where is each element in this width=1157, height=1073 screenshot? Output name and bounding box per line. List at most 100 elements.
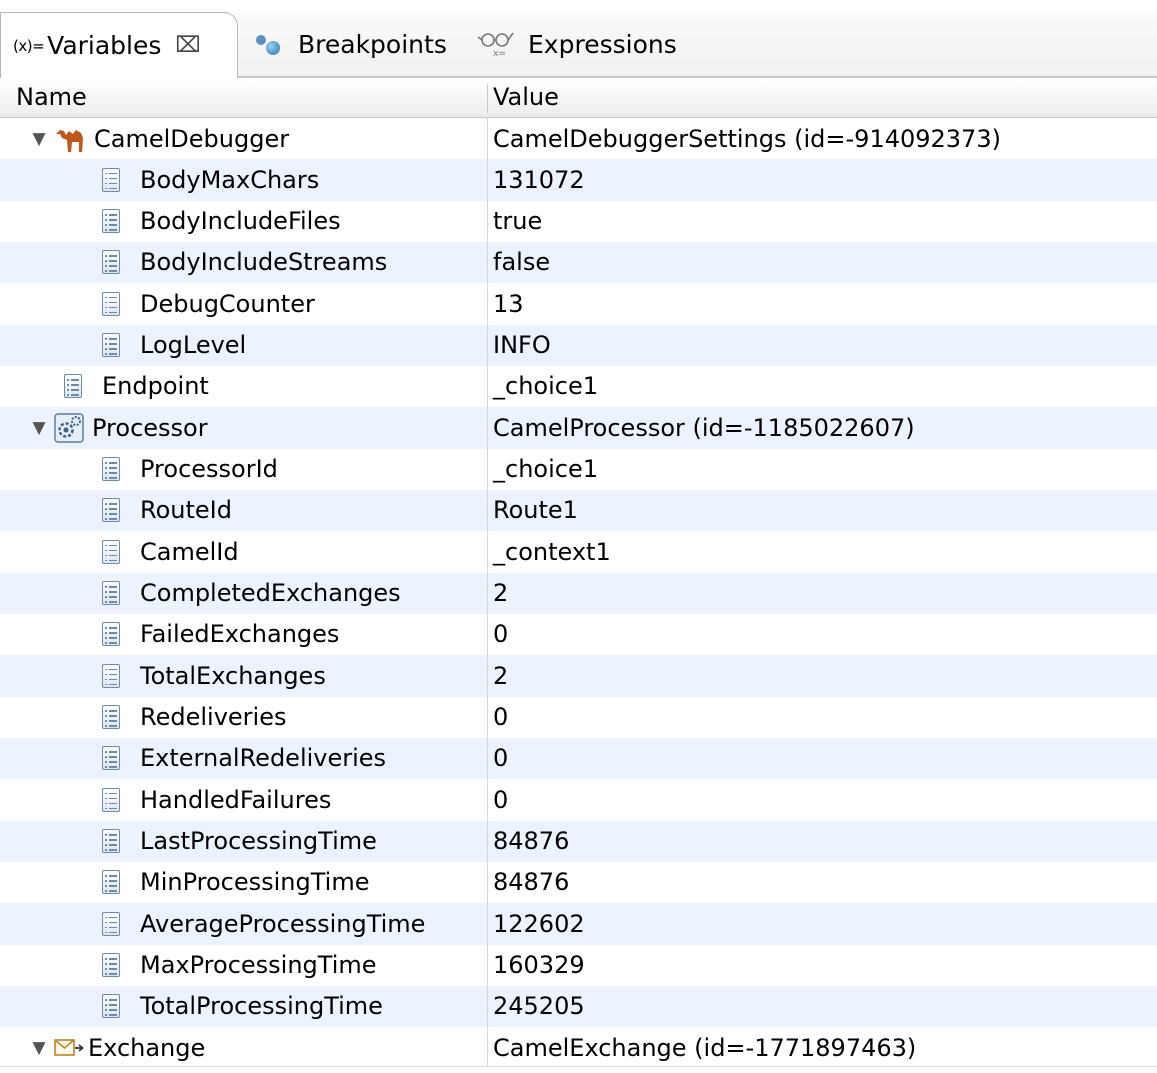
processor-icon <box>54 413 84 443</box>
variable-value: INFO <box>493 331 551 360</box>
variable-name: CamelId <box>140 537 239 566</box>
field-icon <box>102 498 120 523</box>
variable-name: FailedExchanges <box>140 620 340 649</box>
field-icon <box>102 581 120 606</box>
tree-row[interactable]: ▼ CamelDebugger CamelDebuggerSettings (i… <box>0 118 1157 159</box>
variable-name: BodyMaxChars <box>140 165 320 194</box>
tab-variables[interactable]: (x)= Variables ⌧ <box>0 12 238 78</box>
field-icon <box>102 787 120 812</box>
variables-icon: (x)= <box>13 36 45 55</box>
variable-value: 2 <box>493 661 509 690</box>
tree-row[interactable]: LogLevel INFO <box>0 324 1157 366</box>
tree-row[interactable]: ▼ Exchange CamelExchange (id=-1771897463… <box>0 1027 1157 1068</box>
variables-tree: ▼ CamelDebugger CamelDebuggerSettings (i… <box>0 118 1157 1069</box>
camel-icon <box>56 129 83 152</box>
variable-name: BodyIncludeFiles <box>140 207 341 236</box>
tree-row[interactable]: LastProcessingTime 84876 <box>0 820 1157 862</box>
variable-value: 84876 <box>493 827 570 856</box>
variable-name: RouteId <box>140 496 232 525</box>
variable-value: _context1 <box>493 537 611 566</box>
field-icon <box>102 705 120 730</box>
tab-bar-top-strip <box>0 0 1157 12</box>
variable-name: ProcessorId <box>140 455 278 484</box>
variable-value: 245205 <box>493 992 585 1021</box>
field-icon <box>102 167 120 192</box>
variable-name: DebugCounter <box>140 289 315 318</box>
variable-name: AverageProcessingTime <box>140 909 426 938</box>
tree-row[interactable]: MaxProcessingTime 160329 <box>0 945 1157 986</box>
variable-name: Endpoint <box>102 372 209 401</box>
field-icon <box>102 663 120 688</box>
variable-value: 131072 <box>493 165 585 194</box>
tab-expressions-label: Expressions <box>528 29 677 59</box>
variable-name: MaxProcessingTime <box>140 951 377 980</box>
field-icon <box>102 250 120 275</box>
variable-name: BodyIncludeStreams <box>140 248 388 277</box>
table-bottom-border <box>0 1066 1157 1067</box>
tree-row[interactable]: AverageProcessingTime 122602 <box>0 903 1157 945</box>
column-header-name[interactable]: Name <box>16 83 87 111</box>
variable-name: Exchange <box>88 1033 206 1062</box>
variable-name: LastProcessingTime <box>140 827 377 856</box>
tab-breakpoints[interactable]: Breakpoints <box>252 12 447 76</box>
tree-row[interactable]: ▼ Processor CamelProcessor (id=-11850226… <box>0 407 1157 449</box>
field-icon <box>102 746 120 771</box>
tree-row[interactable]: MinProcessingTime 84876 <box>0 862 1157 903</box>
variable-name: MinProcessingTime <box>140 868 370 897</box>
expand-toggle-icon[interactable]: ▼ <box>30 418 48 438</box>
variable-value: 122602 <box>493 909 585 938</box>
column-resize-handle[interactable] <box>487 84 488 113</box>
variable-name: TotalProcessingTime <box>140 992 383 1021</box>
tree-row[interactable]: BodyIncludeStreams false <box>0 241 1157 284</box>
field-icon <box>102 870 120 895</box>
expressions-icon: x= <box>477 32 514 59</box>
tree-row[interactable]: RouteId Route1 <box>0 489 1157 532</box>
variable-value: 13 <box>493 289 524 318</box>
tree-row[interactable]: Redeliveries 0 <box>0 697 1157 738</box>
tree-row[interactable]: CompletedExchanges 2 <box>0 572 1157 614</box>
variable-name: CamelDebugger <box>94 124 290 153</box>
tree-row[interactable]: DebugCounter 13 <box>0 283 1157 324</box>
expand-toggle-icon[interactable]: ▼ <box>30 1038 48 1058</box>
variable-value: 84876 <box>493 868 570 897</box>
variables-view: (x)= Variables ⌧ Breakpoints x= Expressi… <box>0 0 1157 1073</box>
variable-name: ExternalRedeliveries <box>140 744 387 773</box>
view-tab-bar: (x)= Variables ⌧ Breakpoints x= Expressi… <box>0 0 1157 78</box>
variable-value: 0 <box>493 703 509 732</box>
close-icon[interactable]: ⌧ <box>175 33 200 58</box>
tree-row[interactable]: HandledFailures 0 <box>0 779 1157 820</box>
variable-name: LogLevel <box>140 331 247 360</box>
expand-toggle-icon[interactable]: ▼ <box>30 129 48 149</box>
tree-row[interactable]: BodyIncludeFiles true <box>0 201 1157 242</box>
tree-row[interactable]: FailedExchanges 0 <box>0 614 1157 655</box>
variable-value: Route1 <box>493 496 578 525</box>
variable-value: false <box>493 248 551 277</box>
tree-row[interactable]: TotalExchanges 2 <box>0 655 1157 697</box>
variable-value: CamelExchange (id=-1771897463) <box>493 1033 917 1062</box>
field-icon <box>102 622 120 647</box>
tree-table-header: Name Value <box>0 80 1157 118</box>
variable-value: 0 <box>493 744 509 773</box>
tab-expressions[interactable]: x= Expressions <box>476 12 677 76</box>
field-icon <box>102 911 120 936</box>
tree-row[interactable]: CamelId _context1 <box>0 531 1157 572</box>
tree-row[interactable]: ExternalRedeliveries 0 <box>0 737 1157 780</box>
field-icon <box>102 333 120 358</box>
tree-row[interactable]: TotalProcessingTime 245205 <box>0 985 1157 1028</box>
field-icon <box>102 953 120 978</box>
tree-row[interactable]: Endpoint _choice1 <box>0 366 1157 407</box>
column-header-value[interactable]: Value <box>493 83 559 111</box>
field-icon <box>102 291 120 316</box>
field-icon <box>102 994 120 1019</box>
tab-variables-label: Variables <box>47 31 162 60</box>
field-icon <box>64 374 82 399</box>
svg-text:x=: x= <box>493 49 506 59</box>
tree-row[interactable]: ProcessorId _choice1 <box>0 449 1157 490</box>
variable-name: Redeliveries <box>140 703 287 732</box>
variable-value: 160329 <box>493 951 585 980</box>
variable-name: HandledFailures <box>140 785 332 814</box>
field-icon <box>102 457 120 482</box>
tree-row[interactable]: BodyMaxChars 131072 <box>0 159 1157 201</box>
variable-value: true <box>493 207 543 236</box>
variable-value: _choice1 <box>493 372 598 401</box>
